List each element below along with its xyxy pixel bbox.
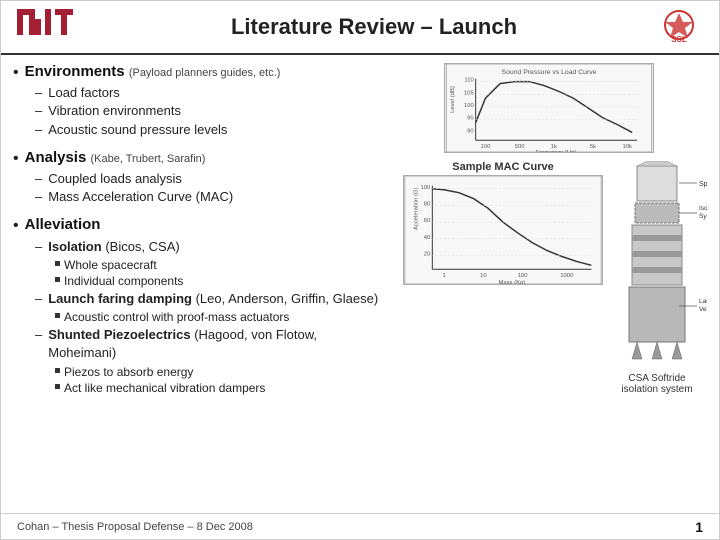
svg-text:1: 1 [442,273,445,279]
piezo-sub-2: Act like mechanical vibration dampers [55,380,383,397]
square-bullet-3 [55,313,60,318]
alleviation-items: – Isolation (Bicos, CSA) Whole spacecraf… [35,238,383,398]
environments-subtitle: (Payload planners guides, etc.) [129,67,281,79]
right-column: Sound Pressure vs Load Curve 110 105 100… [391,63,707,509]
svg-text:Spacecraft: Spacecraft [699,181,707,188]
svg-text:Level (dB): Level (dB) [450,86,456,113]
footer-citation: Cohan – Thesis Proposal Defense – 8 Dec … [17,521,253,533]
slide-title: Literature Review – Launch [93,14,655,40]
env-item-1: – Load factors [35,84,383,102]
svg-text:10: 10 [480,273,487,279]
svg-text:Mass (Kg): Mass (Kg) [498,280,525,284]
svg-text:40: 40 [424,235,431,241]
svg-text:System: System [699,213,707,220]
analysis-item-1: – Coupled loads analysis [35,170,383,188]
piezo-subitems: Piezos to absorb energy Act like mechani… [55,364,383,398]
mac-spacecraft-row: Sample MAC Curve 100 80 60 40 2 [403,161,707,395]
svg-text:Acceleration (G): Acceleration (G) [414,188,420,230]
square-bullet-4 [55,368,60,373]
analysis-items: – Coupled loads analysis – Mass Accelera… [35,170,383,206]
env-item-3: – Acoustic sound pressure levels [35,121,383,139]
svg-text:80: 80 [424,201,431,207]
csa-note: CSA Softride isolation system [621,373,692,395]
sound-pressure-chart-container: Sound Pressure vs Load Curve 110 105 100… [391,63,707,157]
svg-text:Frequency (Hz): Frequency (Hz) [536,150,576,152]
damping-sub-1: Acoustic control with proof-mass actuato… [55,309,383,326]
left-column: • Environments (Payload planners guides,… [13,63,383,509]
square-bullet-2 [55,277,60,282]
mac-chart: 100 80 60 40 20 1 10 100 1000 [403,175,603,285]
svg-text:100: 100 [518,273,529,279]
environments-items: – Load factors – Vibration environments … [35,84,383,139]
alleviation-isolation: – Isolation (Bicos, CSA) [35,238,383,256]
svg-text:SSL: SSL [671,35,687,44]
environments-title: Environments (Payload planners guides, e… [25,63,281,80]
square-bullet-1 [55,261,60,266]
isolation-subtitle: (Bicos, CSA) [105,239,179,254]
ssl-logo: SSL [655,8,703,46]
main-content: • Environments (Payload planners guides,… [1,55,719,513]
bullet-analysis: • [13,149,19,168]
sound-pressure-chart: Sound Pressure vs Load Curve 110 105 100… [444,63,654,153]
svg-text:5k: 5k [590,144,596,150]
svg-text:Isolation: Isolation [699,205,707,212]
bullet-environments: • [13,63,19,82]
svg-text:Vehicle: Vehicle [699,306,707,313]
svg-text:60: 60 [424,218,431,224]
slide: Literature Review – Launch SSL • Environ… [0,0,720,540]
analysis-item-2: – Mass Acceleration Curve (MAC) [35,188,383,206]
mac-chart-area: Sample MAC Curve 100 80 60 40 2 [403,161,603,285]
alleviation-section: • Alleviation – Isolation (Bicos, CSA) [13,216,383,397]
damping-subitems: Acoustic control with proof-mass actuato… [55,309,383,326]
svg-text:95: 95 [467,116,474,122]
analysis-subtitle: (Kabe, Trubert, Sarafin) [90,153,205,165]
isolation-sub-2: Individual components [55,273,383,290]
svg-text:100: 100 [464,103,475,109]
svg-text:90: 90 [467,128,474,134]
alleviation-piezo: – Shunted Piezoelectrics (Hagood, von Fl… [35,326,383,362]
damping-subtitle: (Leo, Anderson, Griffin, Glaese) [196,291,379,306]
svg-text:1000: 1000 [560,273,574,279]
svg-text:Sound Pressure vs Load Curve: Sound Pressure vs Load Curve [502,69,597,76]
mac-label: Sample MAC Curve [403,161,603,173]
alleviation-damping: – Launch faring damping (Leo, Anderson, … [35,290,383,308]
isolation-sub-1: Whole spacecraft [55,257,383,274]
spacecraft-diagram: Spacecraft Isolation System Launch Vehic… [607,161,707,395]
svg-text:Launch: Launch [699,298,707,305]
analysis-title: Analysis (Kabe, Trubert, Sarafin) [25,149,206,166]
page-number: 1 [695,519,703,535]
environments-section: • Environments (Payload planners guides,… [13,63,383,139]
svg-text:110: 110 [464,78,474,84]
spacecraft-svg: Spacecraft Isolation System Launch Vehic… [607,161,707,371]
square-bullet-5 [55,384,60,389]
analysis-section: • Analysis (Kabe, Trubert, Sarafin) – Co… [13,149,383,207]
svg-text:100: 100 [481,144,492,150]
alleviation-title: Alleviation [25,216,101,233]
svg-text:500: 500 [515,144,526,150]
svg-text:20: 20 [424,252,431,258]
footer: Cohan – Thesis Proposal Defense – 8 Dec … [1,513,719,539]
svg-text:10k: 10k [622,144,632,150]
isolation-subitems: Whole spacecraft Individual components [55,257,383,291]
svg-text:100: 100 [421,185,432,191]
piezo-sub-1: Piezos to absorb energy [55,364,383,381]
env-item-2: – Vibration environments [35,102,383,120]
header: Literature Review – Launch SSL [1,1,719,55]
mit-logo [17,9,77,45]
bullet-alleviation: • [13,216,19,235]
svg-text:105: 105 [464,90,475,96]
